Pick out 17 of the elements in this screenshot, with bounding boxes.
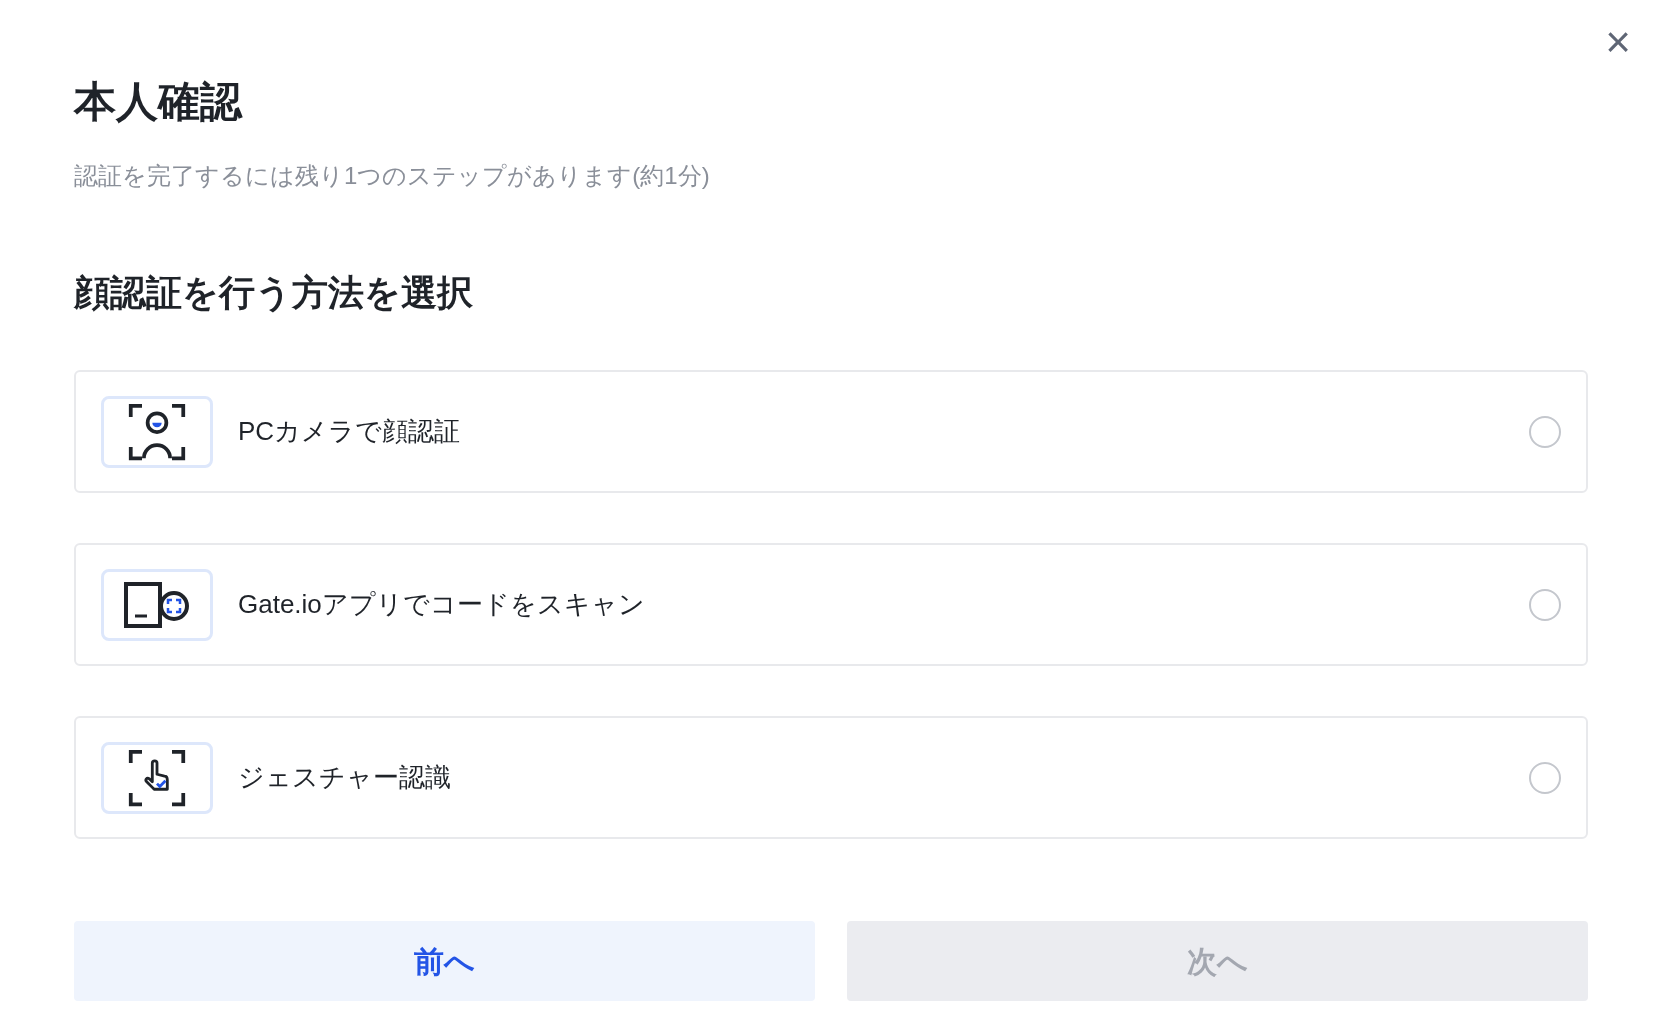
dialog-subtitle: 認証を完了するには残り1つのステップがあります(約1分) (74, 161, 710, 191)
option-label: Gate.ioアプリでコードをスキャン (238, 588, 646, 621)
radio-button[interactable] (1529, 588, 1561, 621)
option-card[interactable]: Gate.ioアプリでコードをスキャン (74, 543, 1588, 666)
option-label: PCカメラで顔認証 (238, 415, 462, 448)
radio-button[interactable] (1529, 415, 1561, 448)
option-card[interactable]: PCカメラで顔認証 (74, 370, 1588, 493)
option-label: ジェスチャー認識 (238, 761, 452, 794)
close-button[interactable]: × (1594, 18, 1642, 66)
phone-scan-icon (124, 581, 190, 628)
previous-button[interactable]: 前へ (74, 921, 815, 1001)
section-heading: 顔認証を行う方法を選択 (74, 271, 473, 315)
face-scan-icon (127, 401, 187, 462)
hand-gesture-icon (127, 747, 187, 808)
radio-button[interactable] (1529, 761, 1561, 794)
option-card[interactable]: ジェスチャー認識 (74, 716, 1588, 839)
dialog-title: 本人確認 (74, 77, 242, 127)
